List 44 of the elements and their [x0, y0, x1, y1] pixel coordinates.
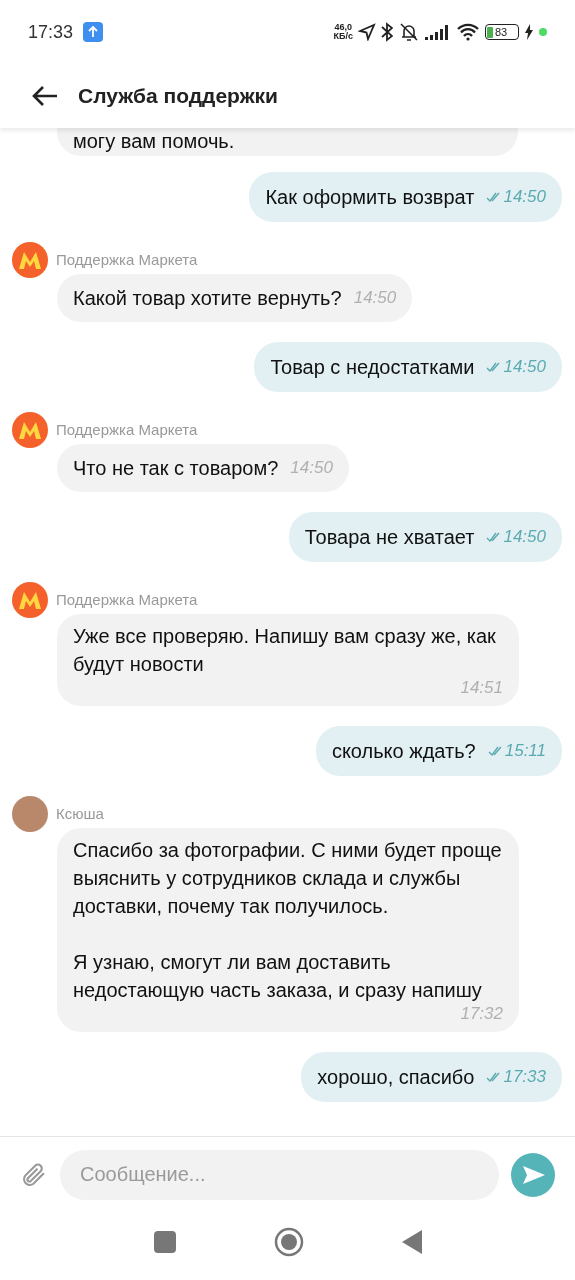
- message-text: Товара не хватает: [304, 525, 475, 550]
- message-time: 15:11: [504, 740, 546, 763]
- message-time: 14:50: [503, 186, 546, 209]
- back-nav-icon[interactable]: [401, 1230, 422, 1254]
- sender-name: Поддержка Маркета: [56, 419, 198, 440]
- message-text: хорошо, спасибо: [317, 1065, 475, 1090]
- back-arrow-icon[interactable]: [32, 85, 58, 107]
- message-time: 17:33: [503, 1066, 546, 1089]
- home-nav-icon[interactable]: [273, 1227, 304, 1257]
- header-title: Служба поддержки: [78, 83, 278, 110]
- message-time: 14:50: [503, 526, 546, 549]
- message-text: Товар с недостатками: [270, 355, 475, 380]
- sender-name: Поддержка Маркета: [56, 589, 198, 610]
- message-text: Какой товар хотите вернуть?: [73, 286, 342, 311]
- avatar-photo: [12, 796, 48, 832]
- message-time: 14:50: [290, 457, 333, 480]
- message-text: сколько ждать?: [331, 739, 476, 764]
- status-time: 17:33: [28, 20, 74, 44]
- message-text: Что не так с товаром?: [73, 456, 279, 481]
- location-arrow-icon: [358, 23, 376, 41]
- sender-name: Ксюша: [56, 803, 104, 824]
- bluetooth-icon: [381, 22, 393, 42]
- logo-icon: [12, 582, 48, 618]
- message-text: Спасибо за фотографии. С ними будет проще выяснить у сотрудников склада и службы доставки, почему так получилось. Я узнаю, смогут ли вам доставить недостающую часть заказа, и сразу напишу: [73, 838, 503, 1003]
- battery-indicator: 83: [485, 24, 519, 40]
- message-input[interactable]: Сообщение...: [60, 1149, 499, 1200]
- send-icon[interactable]: [511, 1152, 555, 1197]
- message-time: 17:32: [460, 1004, 503, 1024]
- double-check-icon: [487, 746, 504, 756]
- message-text: Уже все проверяю. Напишу вам сразу же, как будут новости: [73, 624, 497, 677]
- logo-icon: [12, 412, 48, 448]
- square-nav-icon[interactable]: [153, 1231, 176, 1253]
- muted-bell-icon: [398, 22, 420, 42]
- message-text: могу вам помочь.: [73, 130, 236, 152]
- message-time: 14:51: [460, 678, 503, 698]
- message-text: Как оформить возврат: [265, 185, 475, 210]
- message-time: 14:50: [353, 287, 397, 310]
- charging-bolt-icon: [524, 24, 534, 40]
- wifi-icon: [456, 23, 480, 41]
- sender-name: Поддержка Маркета: [56, 249, 198, 270]
- signal-icon: [425, 24, 451, 40]
- logo-icon: [12, 242, 48, 278]
- network-speed: 46,0 КБ/с: [333, 23, 353, 41]
- message-time: 14:50: [503, 356, 546, 379]
